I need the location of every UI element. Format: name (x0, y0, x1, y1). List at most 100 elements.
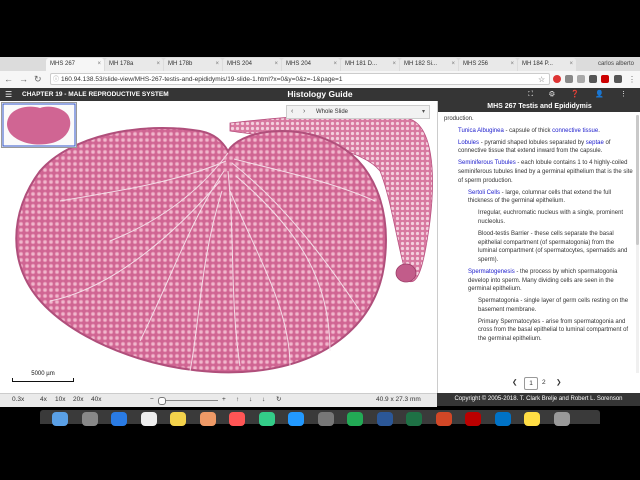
panel-scrollbar[interactable] (636, 115, 639, 373)
close-icon[interactable]: × (451, 58, 455, 71)
browser-menu-icon[interactable]: ⋮ (628, 73, 636, 86)
launchpad-dock-icon[interactable] (81, 412, 98, 426)
excel-dock-icon[interactable] (406, 412, 422, 426)
browser-tab[interactable]: MH 178b × (164, 58, 222, 71)
next-page-button[interactable]: ❯ (556, 377, 561, 389)
trash-dock-icon[interactable] (553, 412, 570, 426)
appstore-dock-icon[interactable] (288, 412, 304, 426)
term-link[interactable]: Lobules (458, 140, 479, 146)
item-text: Blood-testis Barrier - these cells separ… (478, 231, 628, 263)
powerpoint-dock-icon[interactable] (435, 412, 452, 426)
next-slide-button[interactable]: › (303, 106, 305, 118)
back-button[interactable]: ← (4, 73, 13, 86)
acrobat-dock-icon[interactable] (465, 412, 481, 426)
browser-tab[interactable]: MH 182 Si... × (400, 58, 458, 71)
copyright-footer: Copyright © 2005-2018. T. Clark Brelje a… (437, 393, 640, 406)
zoom-slider[interactable] (158, 397, 218, 405)
slide-selector[interactable]: ‹ › Whole Slide ▾ (286, 105, 430, 119)
zoom-preset-button[interactable]: 40x (91, 394, 101, 406)
zoom-level: 0.3x (12, 396, 25, 403)
zoom-in-button[interactable]: + (222, 394, 226, 406)
browser-tab[interactable]: MH 178a × (105, 58, 163, 71)
forward-button[interactable]: → (19, 73, 28, 86)
music-dock-icon[interactable] (229, 412, 245, 426)
description-panel: MHS 267 Testis and Epididymis production… (437, 101, 640, 393)
browser-tab[interactable]: MHS 204 × (282, 58, 340, 71)
extension-icon[interactable] (601, 75, 609, 83)
prev-slide-button[interactable]: ‹ (291, 106, 293, 118)
item-text: - capsule of thick (503, 127, 553, 134)
panel-list-item: Sertoli Cells - large, columnar cells th… (444, 189, 633, 206)
inline-link[interactable]: septae (586, 140, 604, 146)
pan-icon[interactable]: ↓ (262, 394, 265, 406)
page-1-button[interactable]: 1 (524, 377, 538, 390)
finder-dock-icon[interactable] (52, 412, 68, 426)
slide-viewer[interactable]: ‹ › Whole Slide ▾ 5000 µm (0, 101, 437, 393)
header-tool-icons[interactable]: ⛶ ⚙ ❓ 👤 ⋮ (528, 88, 634, 101)
extension-icon[interactable] (565, 75, 573, 83)
extension-icon[interactable] (614, 75, 622, 83)
notes-dock-icon[interactable] (170, 412, 186, 426)
panel-list-item: Primary Spermatocytes - arise from sperm… (444, 318, 633, 344)
term-link[interactable]: Seminiferous Tubules (458, 160, 516, 166)
reload-button[interactable]: ↻ (34, 73, 42, 86)
inline-link[interactable]: connective tissue (552, 128, 598, 134)
zoom-slider-knob[interactable] (158, 397, 166, 405)
prev-page-button[interactable]: ❮ (512, 377, 517, 389)
browser-tab[interactable]: MHS 204 × (223, 58, 281, 71)
scrollbar-thumb[interactable] (636, 115, 639, 245)
panel-list-item: Spermatogonia - single layer of germ cel… (444, 297, 633, 314)
close-icon[interactable]: × (97, 58, 101, 71)
slide-thumbnail[interactable] (1, 102, 77, 148)
zoom-preset-button[interactable]: 20x (73, 394, 83, 406)
word-dock-icon[interactable] (376, 412, 393, 426)
zoom-preset-button[interactable]: 4x (40, 394, 47, 406)
close-icon[interactable]: × (215, 58, 219, 71)
extension-icon[interactable] (589, 75, 597, 83)
browser-user-name[interactable]: carlos alberto (598, 58, 634, 70)
extension-icon[interactable] (577, 75, 585, 83)
browser-tab[interactable]: MHS 256 × (459, 58, 517, 71)
pan-up-icon[interactable]: ↑ (236, 394, 239, 406)
panel-list-item: Spermatogenesis - the process by which s… (444, 268, 633, 294)
panel-list-item: Seminiferous Tubules - each lobule conta… (444, 159, 633, 185)
address-bar[interactable]: ⓘ 160.94.138.53/slide-view/MHS-267-testi… (50, 73, 550, 85)
bookmark-star-icon[interactable]: ☆ (538, 73, 545, 86)
term-link[interactable]: Sertoli Cells (468, 190, 500, 196)
term-link[interactable]: Tunica Albuginea (458, 128, 504, 134)
panel-list-item: Tunica Albuginea - capsule of thick conn… (444, 127, 633, 136)
scale-bar-label: 5000 µm (31, 371, 55, 377)
photos-dock-icon[interactable] (199, 412, 216, 426)
os-dock (40, 410, 600, 426)
extension-adblock-icon[interactable] (553, 75, 561, 83)
close-icon[interactable]: × (156, 58, 160, 71)
browser-tab[interactable]: MHS 267 × (46, 58, 104, 71)
panel-title: MHS 267 Testis and Epididymis (438, 101, 640, 112)
close-icon[interactable]: × (333, 58, 337, 71)
panel-list-item: Lobules - pyramid shaped lobules separat… (444, 139, 633, 156)
browser-tab[interactable]: MH 181 D... × (341, 58, 399, 71)
page-2-button[interactable]: 2 (542, 377, 546, 389)
panel-content[interactable]: production. Tunica Albuginea - capsule o… (444, 115, 633, 373)
outlook-dock-icon[interactable] (494, 412, 511, 426)
chrome-dock-icon[interactable] (258, 412, 275, 426)
close-icon[interactable]: × (569, 58, 573, 71)
stickies-dock-icon[interactable] (524, 412, 540, 426)
zoom-out-button[interactable]: − (150, 394, 154, 406)
browser-tab[interactable]: MH 184 P... × (518, 58, 576, 71)
browser-tab-label: MH 178b (168, 61, 193, 67)
close-icon[interactable]: × (510, 58, 514, 71)
xcode-dock-icon[interactable] (347, 412, 363, 426)
close-icon[interactable]: × (392, 58, 396, 71)
browser-tab-label: MH 184 P... (522, 61, 553, 67)
slide-dimensions: 40.9 x 27.3 mm (376, 396, 421, 403)
calendar-dock-icon[interactable] (140, 412, 157, 426)
term-link[interactable]: Spermatogenesis (468, 269, 515, 275)
safari-dock-icon[interactable] (111, 412, 127, 426)
scale-bar: 5000 µm (12, 371, 74, 382)
close-icon[interactable]: × (274, 58, 278, 71)
pan-down-icon[interactable]: ↓ (249, 394, 252, 406)
reset-view-icon[interactable]: ↻ (276, 394, 281, 406)
settings-dock-icon[interactable] (317, 412, 334, 426)
zoom-preset-button[interactable]: 10x (55, 394, 65, 406)
